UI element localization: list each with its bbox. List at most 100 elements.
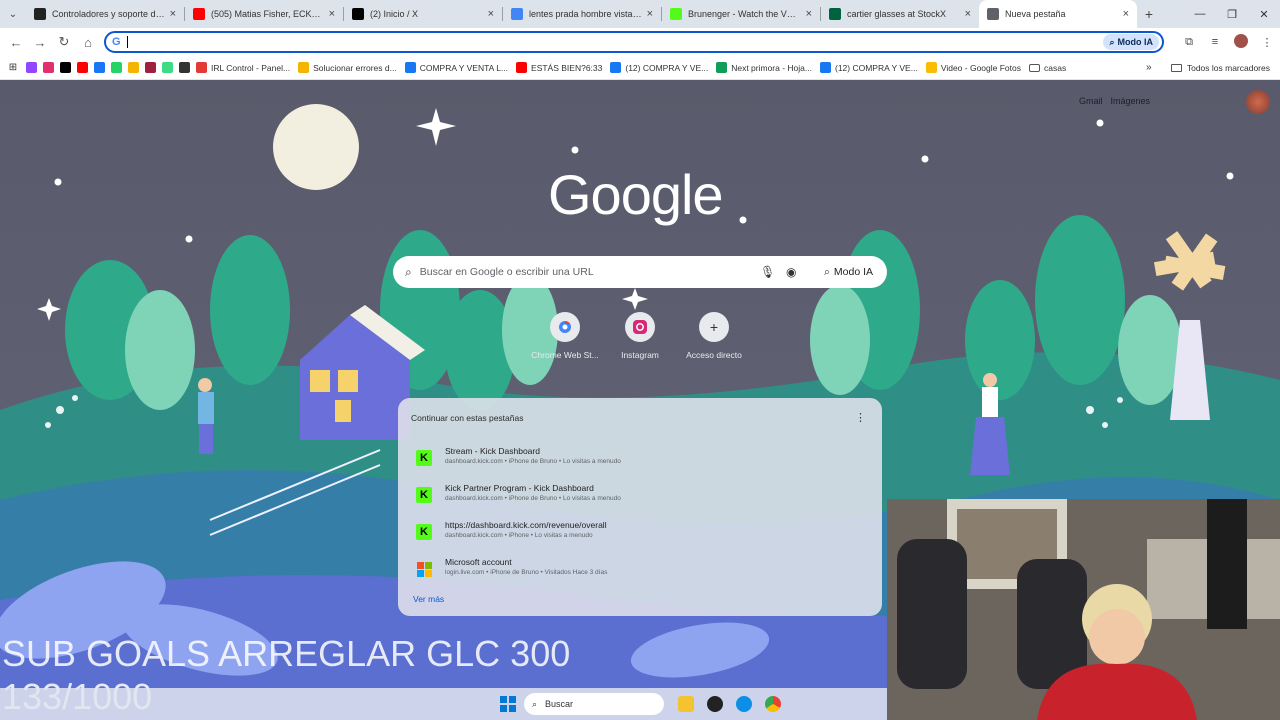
extensions-icon[interactable]: ⧉ [1176,36,1202,49]
menu-icon[interactable]: ⋮ [1254,36,1280,49]
facebook-icon [610,62,622,73]
bookmarks-overflow-button[interactable]: » [1146,62,1152,73]
tab-close-icon[interactable]: × [965,8,971,20]
microphone-icon[interactable]: 🎙 [760,265,775,279]
folder-icon [1170,63,1182,72]
microsoft-icon [128,62,139,73]
profile-avatar[interactable] [1228,33,1254,51]
shortcut-label: Chrome Web St... [531,350,599,360]
app-icon [196,62,207,73]
ntp-search-box[interactable]: ⌕ Buscar en Google o escribir una URL 🎙 … [393,256,887,288]
bookmark-label: Video - Google Fotos [940,62,1021,73]
obs-icon[interactable] [707,696,723,712]
minimize-icon[interactable]: — [1184,8,1216,20]
back-icon[interactable]: ← [4,35,28,50]
bookmark-item[interactable]: (12) COMPRA Y VE... [610,62,708,73]
home-icon[interactable]: ⌂ [76,35,100,50]
continue-tab-item[interactable]: Microsoft account login.live.com • iPhon… [416,557,856,587]
more-options-icon[interactable]: ⋮ [855,411,866,424]
bookmark-label: Next primora - Hoja... [731,62,812,73]
bookmark-item[interactable]: (12) COMPRA Y VE... [819,62,918,73]
webcam-feed [887,499,1280,720]
bookmark-item[interactable] [94,62,109,73]
tab-title: Controladores y soporte de pro [52,9,166,19]
youtube-icon [193,8,205,20]
edge-icon[interactable] [736,696,752,712]
bookmark-item[interactable]: Solucionar errores d... [298,62,397,73]
taskbar-search-label: Buscar [545,699,574,709]
gmail-link[interactable]: Gmail [1079,96,1103,106]
tab-search-button[interactable]: ⌄ [0,0,26,28]
ai-mode-button[interactable]: ⌕ Modo IA [1103,34,1159,50]
restore-icon[interactable]: ❐ [1216,8,1248,21]
search-icon: ⌕ [405,264,412,279]
bookmark-item[interactable] [77,62,92,73]
forward-icon[interactable]: → [28,35,52,50]
instagram-icon [43,62,54,73]
tab-close-icon[interactable]: × [170,8,176,20]
bookmark-item[interactable]: Video - Google Fotos [925,62,1021,73]
browser-tab[interactable]: (505) Matias Fisher, ECKO - Vai × [185,0,343,28]
bookmark-label: COMPRA Y VENTA L... [419,62,509,73]
bookmark-label: casas [1043,62,1067,73]
tab-close-icon[interactable]: × [329,8,335,20]
bookmark-item[interactable] [162,62,177,73]
plus-icon: + [699,312,729,342]
browser-tab[interactable]: Controladores y soporte de pro × [26,0,184,28]
apps-icon[interactable]: ⊞ [0,62,26,73]
chrome-icon[interactable] [765,696,781,712]
bookmark-item[interactable]: COMPRA Y VENTA L... [404,62,509,73]
facebook-icon [819,62,831,73]
taskbar-search[interactable]: ⌕ Buscar [524,693,664,715]
shortcut-instagram[interactable]: Instagram [605,312,675,360]
continue-tab-item[interactable]: K https://dashboard.kick.com/revenue/ove… [416,520,856,550]
bookmark-item[interactable]: Next primora - Hoja... [716,62,812,73]
account-avatar[interactable] [1246,90,1270,114]
bookmark-item[interactable]: casas [1028,62,1067,73]
app-icon [162,62,173,73]
tab-close-icon[interactable]: × [806,8,812,20]
tab-media-icon[interactable]: ≡ [1202,36,1228,48]
google-lens-icon[interactable]: ◉ [786,265,796,279]
instagram-icon [625,312,655,342]
browser-tab[interactable]: Nueva pestaña × [979,0,1137,28]
bookmark-item[interactable] [128,62,143,73]
bookmark-item[interactable] [43,62,58,73]
text-caret [126,36,128,48]
bookmark-label: IRL Control - Panel... [211,62,291,73]
bookmark-item[interactable] [179,62,194,73]
bookmark-item[interactable] [111,62,126,73]
images-link[interactable]: Imágenes [1110,96,1150,106]
bookmark-item[interactable] [60,62,75,73]
all-bookmarks-button[interactable]: Todos los marcadores [1170,63,1270,73]
moon-shape [273,104,359,190]
tab-close-icon[interactable]: × [647,8,653,20]
search-placeholder: Buscar en Google o escribir una URL [419,266,594,278]
bookmark-item[interactable] [26,62,41,73]
browser-tab[interactable]: cartier glasses at StockX × [821,0,979,28]
twitch-icon [26,62,37,73]
browser-tab[interactable]: (2) Inicio / X × [344,0,502,28]
bookmark-item[interactable]: ESTÁS BIEN?6:33 [516,62,602,73]
bookmark-item[interactable] [145,62,160,73]
shortcut-chrome-web-store[interactable]: Chrome Web St... [530,312,600,360]
new-tab-button[interactable]: + [1137,6,1161,22]
continue-tab-item[interactable]: K Kick Partner Program - Kick Dashboard … [416,483,856,513]
continue-tab-item[interactable]: K Stream - Kick Dashboard dashboard.kick… [416,446,856,476]
bookmark-item[interactable]: IRL Control - Panel... [196,62,290,73]
windows-start-icon[interactable] [500,696,516,712]
file-explorer-icon[interactable] [678,696,694,712]
browser-tab[interactable]: Brunenger - Watch the VOD on × [662,0,820,28]
tab-close-icon[interactable]: × [1123,8,1129,20]
close-icon[interactable]: ✕ [1248,8,1280,21]
tab-close-icon[interactable]: × [488,8,494,20]
browser-tab[interactable]: lentes prada hombre vista - Bu × [503,0,661,28]
address-bar[interactable]: G ⌕ Modo IA [104,31,1164,53]
ai-mode-search-button[interactable]: ⌕ Modo IA [816,261,881,283]
continue-tab-title: Kick Partner Program - Kick Dashboard [445,483,594,493]
kick-icon: K [416,450,432,466]
see-more-link[interactable]: Ver más [413,594,444,604]
google-logo: Google [548,163,724,226]
shortcut-add[interactable]: + Acceso directo [679,312,749,360]
reload-icon[interactable]: ↻ [52,34,76,50]
